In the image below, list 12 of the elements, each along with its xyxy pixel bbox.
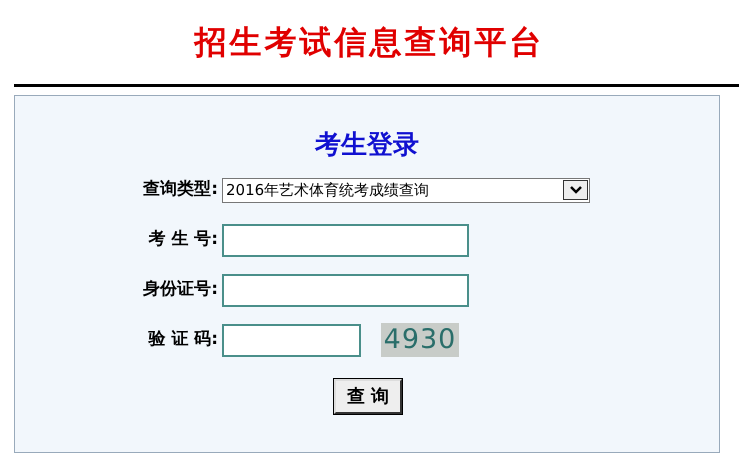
field-label: 身份证号:	[142, 278, 219, 302]
field-label: 验 证 码:	[147, 328, 219, 352]
query-button[interactable]: 查 询	[334, 379, 402, 414]
field-label: 查询类型:	[142, 178, 219, 202]
captcha-field[interactable]	[222, 324, 361, 356]
field-label: 考 生 号:	[147, 228, 219, 252]
input-field[interactable]	[222, 274, 469, 306]
login-title: 考生登录	[315, 129, 419, 162]
captcha-image: 4930	[381, 323, 459, 357]
query-type-dropdown[interactable]: 2016年艺术体育统考成绩查询	[222, 178, 590, 202]
input-field[interactable]	[222, 224, 469, 256]
page-title: 招生考试信息查询平台	[194, 22, 544, 63]
